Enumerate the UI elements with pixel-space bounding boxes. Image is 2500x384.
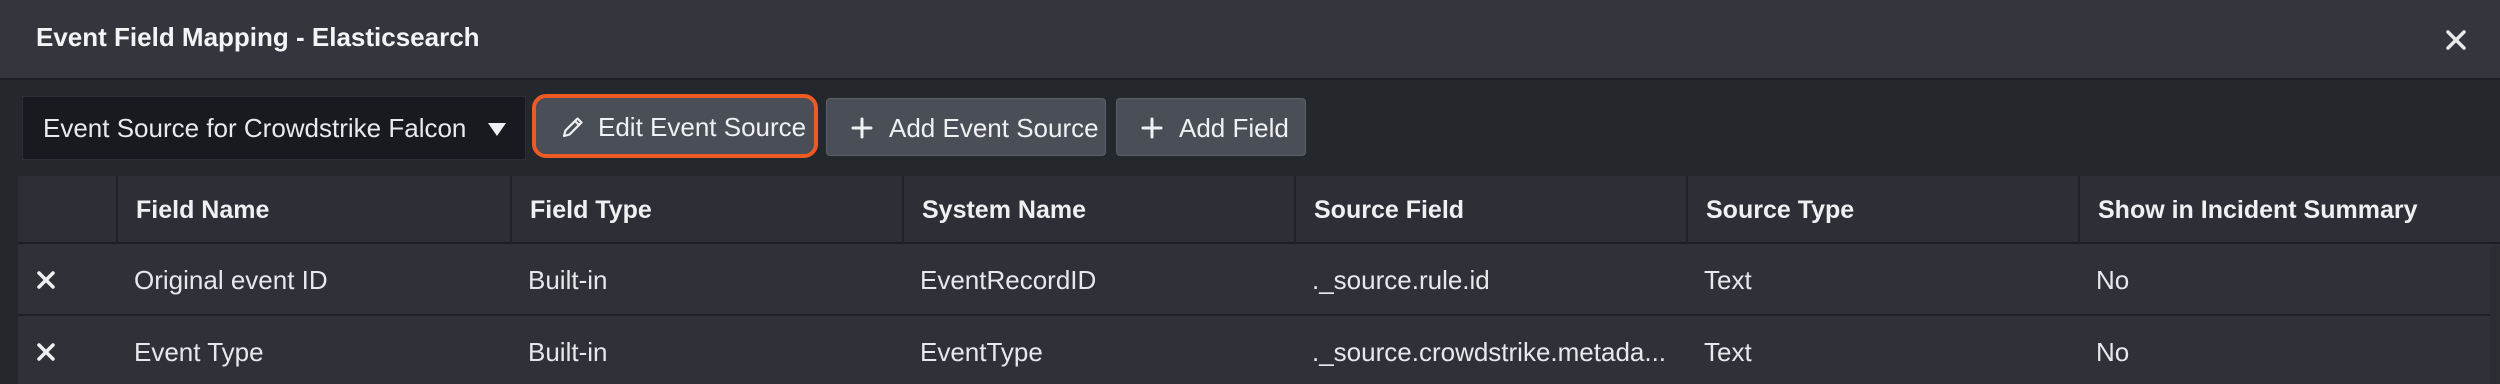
delete-row-icon[interactable] [32,338,60,366]
add-field-label: Add Field [1179,113,1289,143]
dialog-titlebar: Event Field Mapping - Elasticsearch [0,0,2500,80]
cell-source-type: Text [1704,337,1752,367]
table-scrollbar[interactable] [2490,246,2500,384]
pencil-icon [562,117,583,138]
edit-event-source-button[interactable]: Edit Event Source [532,94,818,158]
table-header: Field Name Field Type System Name Source… [18,176,2500,244]
caret-down-icon [488,123,506,136]
event-field-mapping-dialog: Event Field Mapping - Elasticsearch Even… [0,0,2500,384]
edit-event-source-label: Edit Event Source [598,112,807,142]
delete-row-icon[interactable] [32,266,60,294]
field-mapping-table: Field Name Field Type System Name Source… [18,176,2500,384]
close-icon [2446,30,2466,50]
add-event-source-button[interactable]: Add Event Source [826,98,1106,156]
cell-source-field: ._source.rule.id [1312,265,1490,295]
cell-source-type: Text [1704,265,1752,295]
close-button[interactable] [2438,22,2474,58]
add-field-button[interactable]: Add Field [1116,98,1306,156]
cell-system-name: EventType [920,337,1043,367]
cell-field-name: Original event ID [134,265,328,295]
plus-icon [851,117,873,139]
header-delete-column [18,176,116,244]
cell-show-in-summary: No [2096,337,2130,367]
dialog-title: Event Field Mapping - Elasticsearch [36,22,480,52]
header-source-type[interactable]: Source Type [1686,176,2078,244]
header-field-name[interactable]: Field Name [116,176,510,244]
add-event-source-label: Add Event Source [889,113,1099,143]
header-field-type[interactable]: Field Type [510,176,902,244]
cell-field-type: Built-in [528,337,608,367]
table-row[interactable]: Event Type Built-in EventType ._source.c… [18,316,2500,384]
event-source-select[interactable]: Event Source for Crowdstrike Falcon [22,96,526,160]
cell-field-type: Built-in [528,265,608,295]
cell-system-name: EventRecordID [920,265,1097,295]
cell-show-in-summary: No [2096,265,2130,295]
header-show-in-summary[interactable]: Show in Incident Summary [2078,176,2478,244]
plus-icon [1141,117,1163,139]
header-source-field[interactable]: Source Field [1294,176,1686,244]
table-row[interactable]: Original event ID Built-in EventRecordID… [18,244,2500,316]
cell-field-name: Event Type [134,337,264,367]
event-source-select-value: Event Source for Crowdstrike Falcon [43,113,467,143]
header-system-name[interactable]: System Name [902,176,1294,244]
toolbar: Event Source for Crowdstrike Falcon Edit… [0,80,2500,176]
cell-source-field: ._source.crowdstrike.metada... [1312,337,1667,367]
